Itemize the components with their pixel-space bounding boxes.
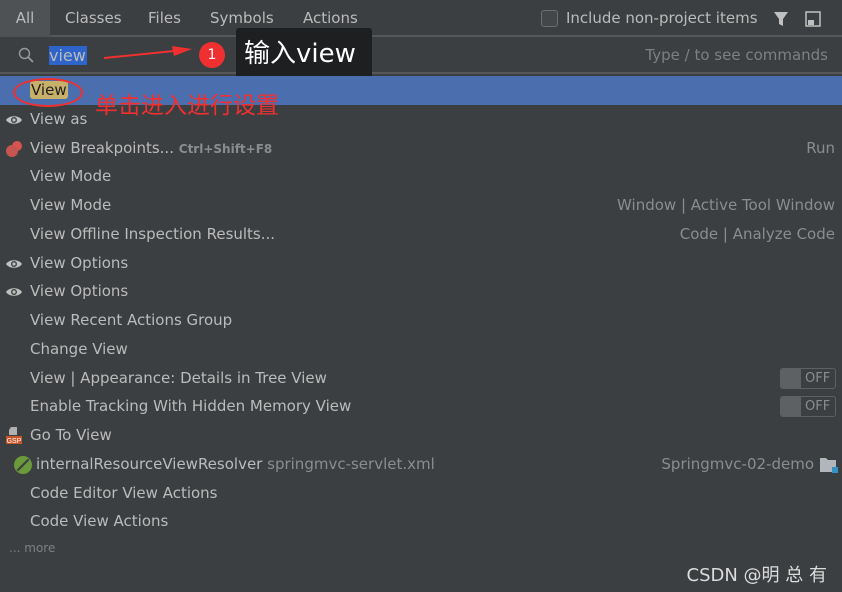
toggle-switch[interactable]: OFF (780, 367, 836, 389)
toggle-switch[interactable]: OFF (780, 396, 836, 418)
result-item[interactable]: Enable Tracking With Hidden Memory View O… (0, 392, 842, 421)
result-label: View Offline Inspection Results... (30, 224, 276, 243)
result-label: View | Appearance: Details in Tree View (30, 368, 327, 387)
result-item[interactable]: GSP Go To View (0, 421, 842, 450)
folder-icon (820, 457, 838, 473)
result-label: Code Editor View Actions (30, 483, 218, 502)
result-item[interactable]: View Recent Actions Group (0, 306, 842, 335)
annotation-circle (13, 78, 83, 107)
search-input[interactable]: view (49, 46, 87, 65)
gsp-file-icon: GSP (6, 427, 22, 445)
result-item[interactable]: View | Appearance: Details in Tree View O… (0, 364, 842, 393)
result-label: Enable Tracking With Hidden Memory View (30, 397, 352, 416)
result-item[interactable]: Code Editor View Actions (0, 479, 842, 508)
result-location: Window | Active Tool Window (617, 196, 835, 214)
open-in-window-icon[interactable] (805, 11, 821, 27)
annotation-badge: 1 (199, 42, 225, 68)
result-item[interactable]: View Options (0, 249, 842, 278)
tab-classes[interactable]: Classes (65, 0, 122, 37)
result-item[interactable]: View Mode (0, 162, 842, 191)
result-item[interactable]: View Mode Window | Active Tool Window (0, 191, 842, 220)
result-item[interactable]: internalResourceViewResolver springmvc-s… (0, 450, 842, 479)
tab-all[interactable]: All (0, 0, 50, 37)
result-location: Code | Analyze Code (679, 224, 835, 243)
include-non-project-checkbox[interactable] (541, 10, 558, 27)
result-label: View Recent Actions Group (30, 311, 233, 329)
result-label: View Options (30, 253, 129, 272)
watermark: CSDN @明 总 有 (686, 565, 827, 586)
search-bar: view Type / to see commands 1 输入view (0, 28, 842, 80)
file-name: springmvc-servlet.xml (267, 454, 435, 473)
result-label: View Mode (30, 196, 112, 214)
include-non-project-label[interactable]: Include non-project items (566, 0, 758, 37)
result-label: Code View Actions (30, 512, 169, 531)
result-item[interactable]: View Offline Inspection Results... Code |… (0, 220, 842, 249)
more-link[interactable]: ... more (9, 541, 55, 555)
result-label: Go To View (30, 426, 112, 444)
result-label: Change View (30, 339, 128, 358)
spring-bean-icon (14, 455, 32, 474)
result-location: Run (806, 138, 835, 157)
result-item[interactable]: View Options (0, 277, 842, 306)
result-item[interactable]: Code View Actions (0, 507, 842, 536)
toggle-state: OFF (805, 370, 831, 386)
result-label: View Options (30, 282, 129, 301)
search-icon (18, 47, 34, 63)
eye-icon (6, 288, 22, 296)
breakpoints-icon (6, 140, 22, 157)
result-item[interactable]: Change View (0, 335, 842, 364)
shortcut: Ctrl+Shift+F8 (178, 141, 273, 156)
result-label: View as (30, 109, 88, 128)
search-hint: Type / to see commands (645, 46, 828, 64)
result-item[interactable]: View Breakpoints... Ctrl+Shift+F8 Run (0, 134, 842, 163)
eye-icon (6, 116, 22, 124)
result-label: View Breakpoints... (30, 138, 174, 157)
eye-icon (6, 259, 22, 268)
filter-icon[interactable] (773, 11, 789, 27)
tab-bar: All Classes Files Symbols Actions Includ… (0, 0, 842, 37)
result-location: Springmvc-02-demo (661, 454, 814, 473)
tab-files[interactable]: Files (148, 0, 181, 37)
result-label: internalResourceViewResolver (36, 454, 263, 473)
svg-text:GSP: GSP (7, 438, 22, 445)
toggle-state: OFF (805, 399, 831, 415)
annotation-tooltip: 输入view (236, 28, 372, 80)
click-annotation: 单击进入进行设置 (95, 93, 279, 119)
result-label: View Mode (30, 167, 112, 186)
annotation-arrow (104, 46, 192, 59)
